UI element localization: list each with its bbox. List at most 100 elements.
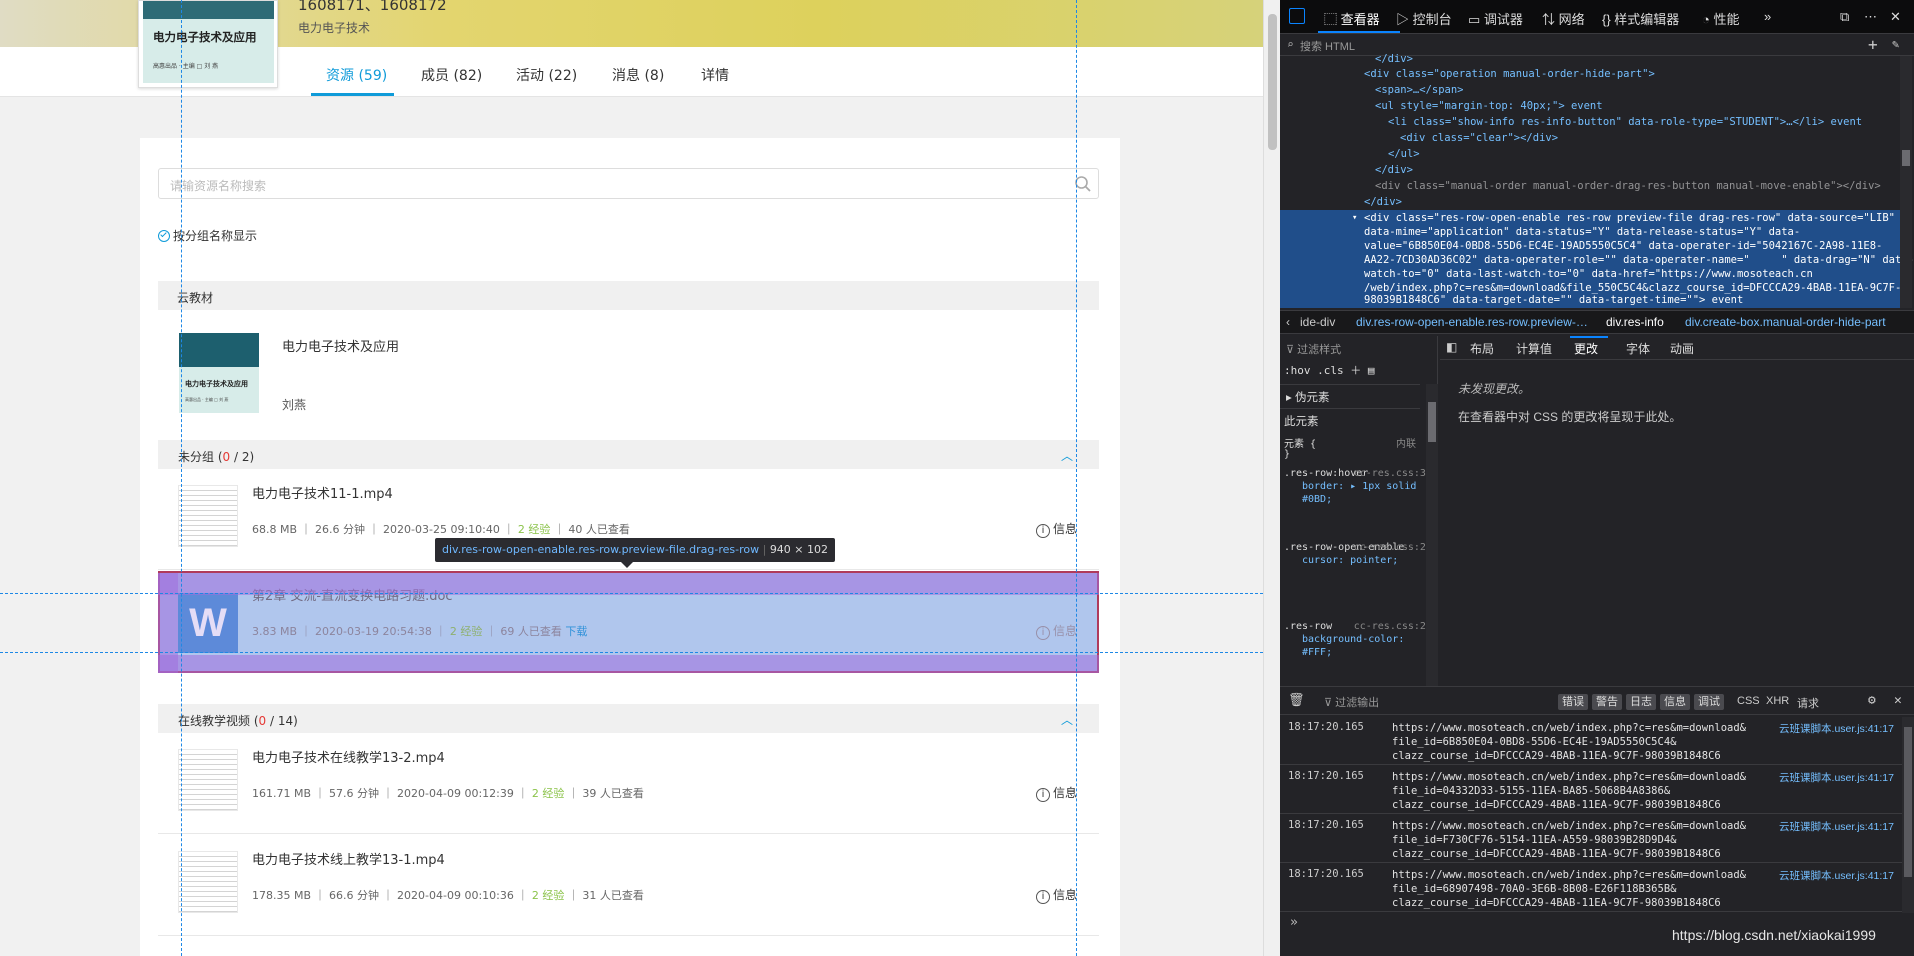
selected-node-line: 98039B1848C6" data-target-date="" data-t… [1364, 294, 1744, 306]
markup-line[interactable]: <span>…</span> [1375, 84, 1464, 96]
more-tabs-icon[interactable]: » [1764, 9, 1771, 24]
css-rule[interactable]: cc-res.css:286 .res-row-open-enable curs… [1284, 541, 1438, 567]
filter-css[interactable]: CSS [1737, 695, 1760, 707]
dock-icon[interactable]: ⧉ [1840, 9, 1849, 25]
course-cover[interactable]: 电力电子技术及应用 高惠出品 · 主编 □ 刘 燕 [138, 0, 278, 88]
guide-line [1076, 0, 1077, 956]
console-log-entry[interactable]: 18:17:20.165 https://www.mosoteach.cn/web… [1280, 815, 1914, 863]
css-rule[interactable]: cc-res.css:303 .res-row:hover border: ▸ … [1284, 467, 1438, 506]
pseudo-elements[interactable]: ▸ 伪元素 [1286, 389, 1329, 405]
breadcrumb-item[interactable]: div.res-info [1606, 315, 1664, 329]
info-button[interactable]: i 信息 [1035, 784, 1077, 802]
download-link[interactable]: 下载 [565, 625, 587, 638]
toggle-pane-icon[interactable]: ◧ [1446, 340, 1457, 354]
filter-info[interactable]: 信息 [1660, 694, 1690, 710]
pick-element-icon[interactable] [1289, 8, 1305, 24]
tab-style-editor[interactable]: {} 样式编辑器 [1602, 9, 1679, 28]
rules-filter[interactable]: ⊽ 过滤样式 [1286, 341, 1341, 357]
markup-line[interactable]: <div class="clear"></div> [1400, 132, 1558, 144]
rules-scrollbar[interactable] [1426, 384, 1438, 686]
tab-fonts[interactable]: 字体 [1626, 340, 1650, 357]
add-node-icon[interactable]: + [1868, 35, 1878, 54]
info-button[interactable]: i 信息 [1035, 886, 1077, 904]
console-scrollbar[interactable] [1902, 717, 1914, 913]
trash-icon[interactable]: 🗑 [1288, 693, 1305, 708]
page-scrollbar-track[interactable] [1263, 0, 1280, 956]
selected-node[interactable]: ▾ <div class="res-row-open-enable res-ro… [1280, 210, 1914, 308]
gear-icon[interactable]: ⚙ [1868, 693, 1876, 708]
markup-line[interactable]: </div> [1375, 164, 1413, 176]
tab-inspector[interactable]: ⬚ 查看器 [1324, 9, 1380, 28]
info-button[interactable]: i 信息 [1035, 622, 1077, 640]
scrollbar-thumb[interactable] [1268, 14, 1277, 150]
print-icon[interactable]: ▤ [1368, 364, 1375, 377]
group-header-ungrouped[interactable]: 未分组 (0 / 2) ︿ [158, 440, 1099, 469]
markup-scrollbar[interactable] [1900, 56, 1912, 308]
markup-line[interactable]: <ul style="margin-top: 40px;"> event [1375, 100, 1603, 112]
resource-search-input[interactable]: 请输资源名称搜索 [158, 168, 1099, 199]
expand-arrow-icon[interactable]: ▾ [1352, 213, 1357, 223]
filter-debug[interactable]: 调试 [1694, 694, 1724, 710]
markup-line[interactable]: </div> [1364, 196, 1402, 208]
console-input-prompt[interactable]: » [1290, 915, 1298, 930]
tab-messages[interactable]: 消息 (8) [612, 65, 664, 85]
resource-title[interactable]: 电力电子技术在线教学13-2.mp4 [252, 747, 445, 766]
filter-xhr[interactable]: XHR [1766, 695, 1789, 707]
tab-debugger[interactable]: ▭ 调试器 [1468, 9, 1523, 28]
markup-line[interactable]: <div class="operation manual-order-hide-… [1364, 68, 1655, 80]
tab-console[interactable]: ▷ 控制台 [1396, 9, 1452, 28]
eyedropper-icon[interactable]: ✎ [1892, 37, 1899, 51]
resource-row[interactable]: 电力电子技术线上教学13-1.mp4 178.35 MB ｜ 66.6 分钟 ｜… [158, 835, 1099, 936]
resource-row[interactable]: 电力电子技术在线教学13-2.mp4 161.71 MB ｜ 57.6 分钟 ｜… [158, 733, 1099, 834]
tab-performance[interactable]: ◔ 性能 [1702, 9, 1739, 28]
group-header-online-videos[interactable]: 在线教学视频 (0 / 14) ︿ [158, 704, 1099, 733]
markup-line[interactable]: <div class="manual-order manual-order-dr… [1375, 180, 1881, 192]
active-tab-indicator [311, 93, 394, 96]
more-options-icon[interactable]: ⋯ [1864, 9, 1877, 25]
tab-activities[interactable]: 活动 (22) [516, 65, 577, 85]
console-log-entry[interactable]: 18:17:20.165 https://www.mosoteach.cn/web… [1280, 717, 1914, 765]
resource-row-highlighted[interactable]: W 第2章 交流-直流变换电路习题.doc 3.83 MB ｜ 2020-03-… [158, 571, 1099, 673]
console-log-entry[interactable]: 18:17:20.165 https://www.mosoteach.cn/web… [1280, 864, 1914, 912]
tab-members[interactable]: 成员 (82) [421, 65, 482, 85]
add-rule-icon[interactable]: ＋ [1350, 364, 1361, 377]
group-name: 未分组 ( [178, 450, 223, 464]
group-display-toggle[interactable]: 按分组名称显示 [158, 227, 257, 244]
tab-changes[interactable]: 更改 [1574, 340, 1598, 357]
tab-resources[interactable]: 资源 (59) [326, 65, 387, 85]
tab-animations[interactable]: 动画 [1670, 340, 1694, 357]
element-rule[interactable]: 元素 { [1284, 435, 1316, 450]
close-icon[interactable]: ✕ [1894, 693, 1902, 708]
console-filter[interactable]: ⊽ 过滤输出 [1324, 694, 1379, 710]
devtools-panel: ⬚ 查看器 ▷ 控制台 ▭ 调试器 ⇅ 网络 {} 样式编辑器 ◔ 性能 » ⧉… [1280, 0, 1914, 956]
close-icon[interactable]: ✕ [1890, 9, 1901, 25]
console-panel: 🗑 ⊽ 过滤输出 错误 警告 日志 信息 调试 CSS XHR 请求 ⚙ ✕ 1… [1280, 686, 1914, 956]
chevron-up-icon[interactable]: ︿ [1061, 711, 1073, 728]
resource-title[interactable]: 电力电子技术线上教学13-1.mp4 [252, 849, 445, 868]
textbook-row[interactable]: 电力电子技术及应用 高惠出品 · 主编 □ 刘 燕 电力电子技术及应用 刘燕 [158, 310, 1099, 435]
filter-warnings[interactable]: 警告 [1592, 694, 1622, 710]
chevron-up-icon[interactable]: ︿ [1061, 447, 1073, 464]
filter-requests[interactable]: 请求 [1797, 695, 1819, 711]
console-log-entry[interactable]: 18:17:20.165 https://www.mosoteach.cn/web… [1280, 766, 1914, 814]
markup-line[interactable]: </div> [1375, 53, 1413, 65]
tab-details[interactable]: 详情 [701, 65, 729, 85]
breadcrumb-item[interactable]: ide-div [1300, 315, 1335, 329]
resource-title[interactable]: 第2章 交流-直流变换电路习题.doc [252, 585, 453, 604]
course-cover-image: 电力电子技术及应用 高惠出品 · 主编 □ 刘 燕 [143, 1, 274, 83]
textbook-title[interactable]: 电力电子技术及应用 [282, 336, 399, 355]
markup-line[interactable]: <li class="show-info res-info-button" da… [1388, 116, 1862, 128]
chevron-left-icon[interactable]: ‹ [1286, 315, 1290, 329]
breadcrumb-item[interactable]: div.create-box.manual-order-hide-part [1685, 315, 1886, 329]
markup-line[interactable]: </ul> [1388, 148, 1420, 160]
tab-network[interactable]: ⇅ 网络 [1542, 9, 1585, 28]
breadcrumb-item[interactable]: div.res-row-open-enable.res-row.preview-… [1356, 315, 1588, 329]
rules-toolbar[interactable]: :hov .cls ＋ ▤ [1284, 362, 1374, 378]
resource-title[interactable]: 电力电子技术11-1.mp4 [252, 483, 393, 502]
tab-computed[interactable]: 计算值 [1516, 340, 1552, 357]
css-rule[interactable]: cc-res.css:276 .res-row background-color… [1284, 620, 1438, 659]
filter-logs[interactable]: 日志 [1626, 694, 1656, 710]
tab-layout[interactable]: 布局 [1470, 340, 1494, 357]
filter-errors[interactable]: 错误 [1558, 694, 1588, 710]
info-button[interactable]: i 信息 [1035, 520, 1077, 538]
